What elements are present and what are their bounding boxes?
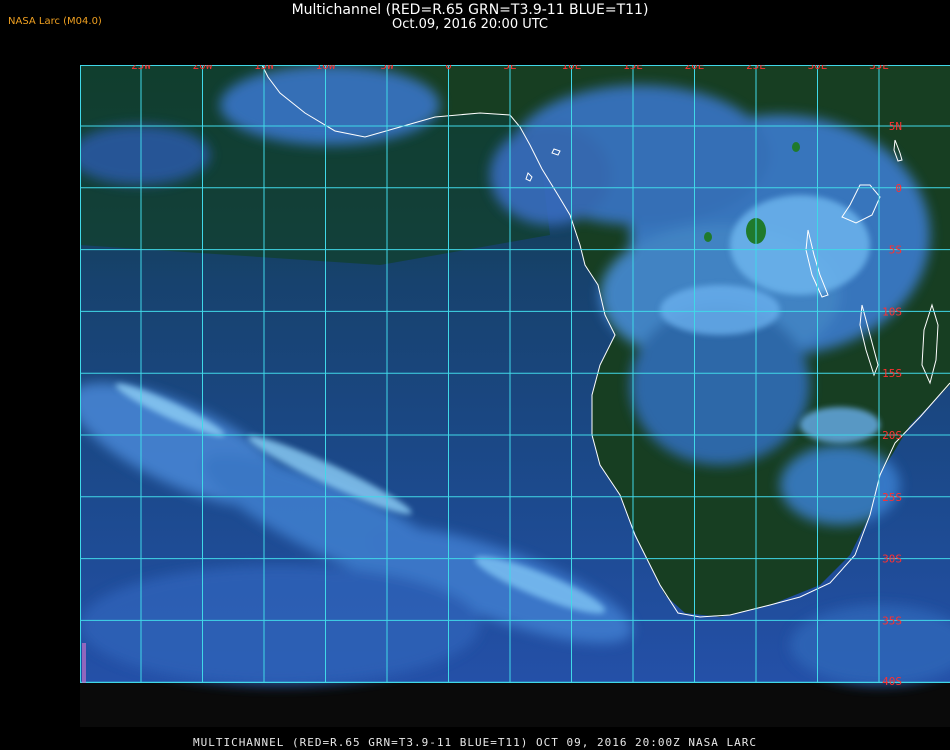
satellite-map: 25W 20W 15W 10W 5W 0 5E 10E 15E 20E 25E 30E 35E 5N 0 5S… (80, 65, 950, 727)
latitude-label: 5S (889, 244, 902, 257)
map-timestamp: Oct.09, 2016 20:00 UTC (392, 17, 548, 32)
longitude-label: 5W (380, 65, 394, 72)
longitude-label: 15W (254, 65, 274, 72)
longitude-label: 20E (685, 65, 705, 72)
edge-artifact (82, 643, 86, 683)
latitude-label: 25S (882, 491, 902, 504)
longitude-label: 0 (445, 65, 452, 72)
below-map-band (80, 683, 950, 727)
latitude-label: 10S (882, 305, 902, 318)
latitude-label: 20S (882, 429, 902, 442)
latitude-label: 15S (882, 367, 902, 380)
latitude-label: 30S (882, 553, 902, 566)
longitude-label: 25W (131, 65, 151, 72)
longitude-label: 35E (869, 65, 889, 72)
longitude-label: 25E (746, 65, 766, 72)
longitude-label: 30E (808, 65, 828, 72)
longitude-label: 10E (562, 65, 582, 72)
longitude-label: 15E (623, 65, 643, 72)
longitude-label: 10W (316, 65, 336, 72)
longitude-label: 20W (193, 65, 213, 72)
longitude-label: 5E (503, 65, 516, 72)
latitude-label: 0 (895, 182, 902, 195)
latitude-label: 35S (882, 614, 902, 627)
footer-caption: MULTICHANNEL (RED=R.65 GRN=T3.9-11 BLUE=… (192, 736, 758, 749)
map-title: Multichannel (RED=R.65 GRN=T3.9-11 BLUE=… (291, 2, 649, 18)
latitude-label: 5N (889, 120, 902, 133)
latitude-label: 40S (882, 675, 902, 688)
